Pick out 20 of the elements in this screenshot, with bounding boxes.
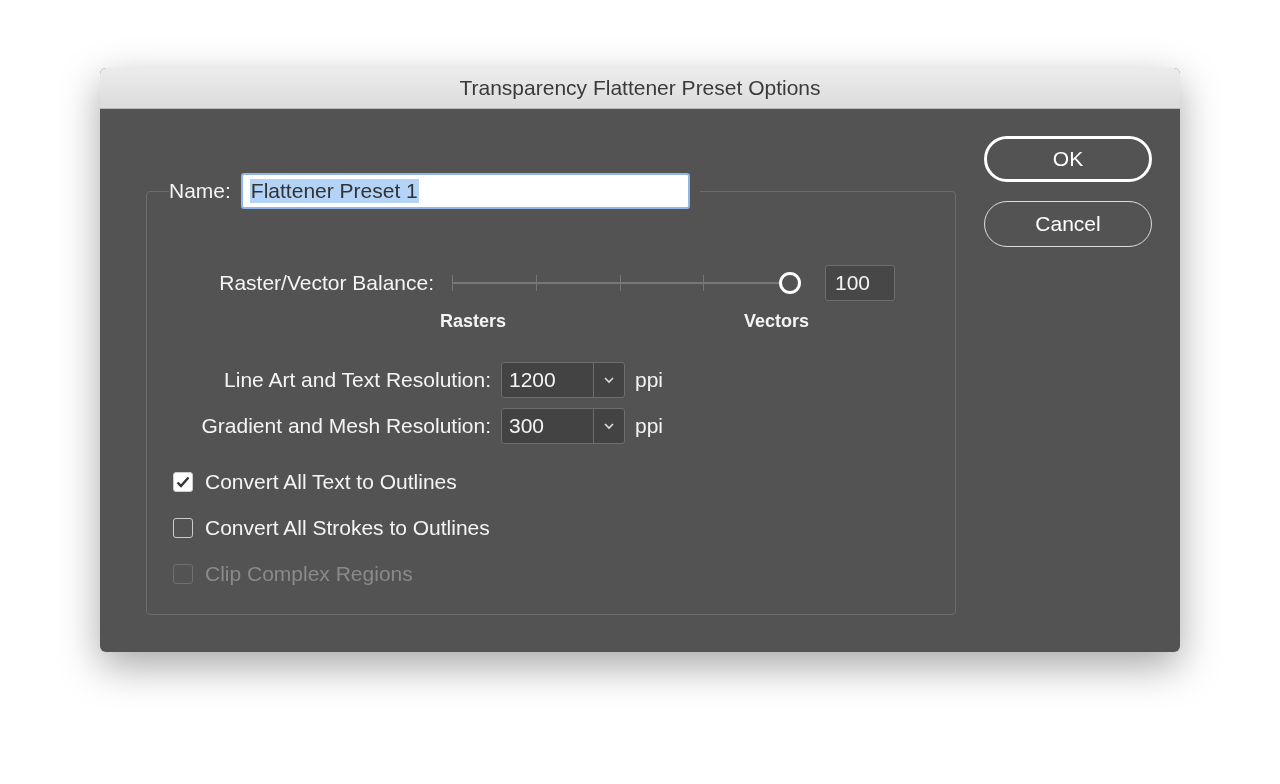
- chevron-down-icon: [603, 376, 615, 384]
- balance-label: Raster/Vector Balance:: [218, 271, 434, 295]
- vectors-label: Vectors: [744, 311, 810, 332]
- checkbox-label: Convert All Strokes to Outlines: [205, 516, 490, 540]
- chevron-down-icon: [603, 422, 615, 430]
- balance-value-field[interactable]: 100: [825, 265, 895, 301]
- resolution-combo-box[interactable]: 1200: [501, 362, 625, 398]
- unit-label: ppi: [635, 368, 664, 392]
- resolution-label: Line Art and Text Resolution:: [223, 368, 491, 392]
- name-label: Name:: [169, 179, 231, 203]
- window-title: Transparency Flattener Preset Options: [459, 76, 821, 100]
- name-input-field[interactable]: Flattener Preset 1: [240, 173, 690, 209]
- resolution-combo-box[interactable]: 300: [501, 408, 625, 444]
- resolution-label: Gradient and Mesh Resolution:: [200, 414, 491, 438]
- checkbox-label: Convert All Text to Outlines: [205, 470, 457, 494]
- dialog-button[interactable]: OK: [984, 136, 1152, 182]
- unit-label: ppi: [635, 414, 664, 438]
- rasters-label: Rasters: [440, 311, 507, 332]
- dialog-button[interactable]: Cancel: [984, 201, 1152, 247]
- slider-thumb[interactable]: [779, 272, 801, 294]
